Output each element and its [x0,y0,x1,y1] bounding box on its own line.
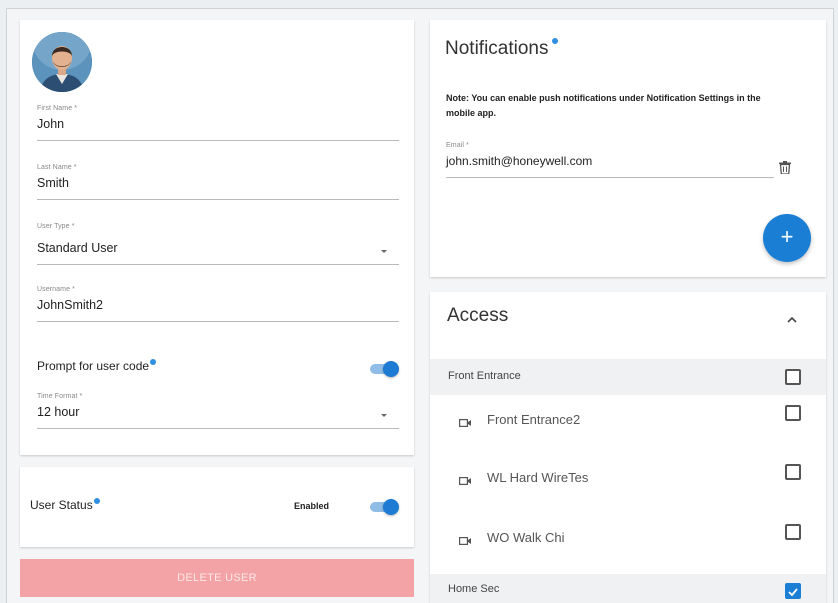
user-status-row: User Status [30,498,100,512]
time-format-label: Time Format * [37,393,83,400]
access-item-label: WL Hard WireTes [487,470,589,485]
notifications-header: Notifications [445,38,558,60]
dropdown-arrow-icon[interactable] [381,250,387,253]
access-item-row[interactable]: Front Entrance2 [430,395,826,452]
toggle-knob [383,499,399,515]
access-item-label: WO Walk Chi [487,530,565,545]
access-item-row[interactable]: WO Walk Chi [430,514,826,574]
info-dot-icon[interactable] [93,498,100,504]
email-input[interactable]: john.smith@honeywell.com [446,154,774,178]
notifications-title: Notifications [445,38,549,59]
prompt-user-code-row: Prompt for user code [37,359,157,373]
username-label: Username * [37,286,75,293]
user-type-value[interactable]: Standard User [37,241,399,265]
access-item-label: Front Entrance2 [487,412,581,427]
user-type-select[interactable]: User Type * Standard User [37,223,399,265]
camera-icon [459,419,471,427]
email-label: Email * [446,142,469,149]
camera-icon [459,537,471,545]
last-name-label: Last Name * [37,164,77,171]
access-group-row[interactable]: Home Sec [430,574,826,603]
user-status-toggle[interactable] [370,499,400,515]
time-format-select[interactable]: Time Format * 12 hour [37,393,399,429]
access-group-row[interactable]: Front Entrance [430,359,826,395]
user-status-value: Enabled [294,501,330,511]
info-dot-icon[interactable] [150,359,157,365]
info-dot-icon[interactable] [551,38,558,44]
user-type-label: User Type * [37,223,75,230]
user-profile-card: First Name * John Last Name * Smith User… [20,20,414,455]
dropdown-arrow-icon[interactable] [381,414,387,417]
avatar [32,32,92,92]
access-group-checkbox[interactable] [785,369,801,385]
email-field[interactable]: Email * john.smith@honeywell.com [446,142,774,178]
access-card: Access Front Entrance Front Entrance2 WL… [430,292,826,603]
notifications-card: Notifications Note: You can enable push … [430,20,826,277]
access-item-checkbox[interactable] [785,464,801,480]
access-item-row[interactable]: WL Hard WireTes [430,452,826,514]
access-group-checkbox[interactable] [785,583,801,599]
user-status-card: User Status Enabled [20,467,414,547]
user-status-label: User Status [30,498,93,512]
delete-user-button[interactable]: DELETE USER [20,559,414,597]
first-name-input[interactable]: John [37,117,399,141]
access-title: Access [447,305,509,326]
access-group-label: Home Sec [448,583,500,595]
last-name-input[interactable]: Smith [37,176,399,200]
time-format-value[interactable]: 12 hour [37,405,399,429]
prompt-user-code-toggle[interactable] [370,361,400,377]
chevron-up-icon[interactable] [787,316,797,324]
notifications-note: Note: You can enable push notifications … [446,93,761,118]
access-item-checkbox[interactable] [785,405,801,421]
access-group-label: Front Entrance [448,370,521,382]
last-name-field[interactable]: Last Name * Smith [37,164,399,200]
prompt-user-code-label: Prompt for user code [37,359,150,373]
username-field[interactable]: Username * JohnSmith2 [37,286,399,322]
camera-icon [459,477,471,485]
toggle-knob [383,361,399,377]
access-item-checkbox[interactable] [785,524,801,540]
add-email-button[interactable]: + [763,214,811,262]
username-input[interactable]: JohnSmith2 [37,298,399,322]
trash-icon[interactable] [779,161,791,174]
checkmark-icon [788,588,798,597]
first-name-label: First Name * [37,105,78,112]
first-name-field[interactable]: First Name * John [37,105,399,141]
